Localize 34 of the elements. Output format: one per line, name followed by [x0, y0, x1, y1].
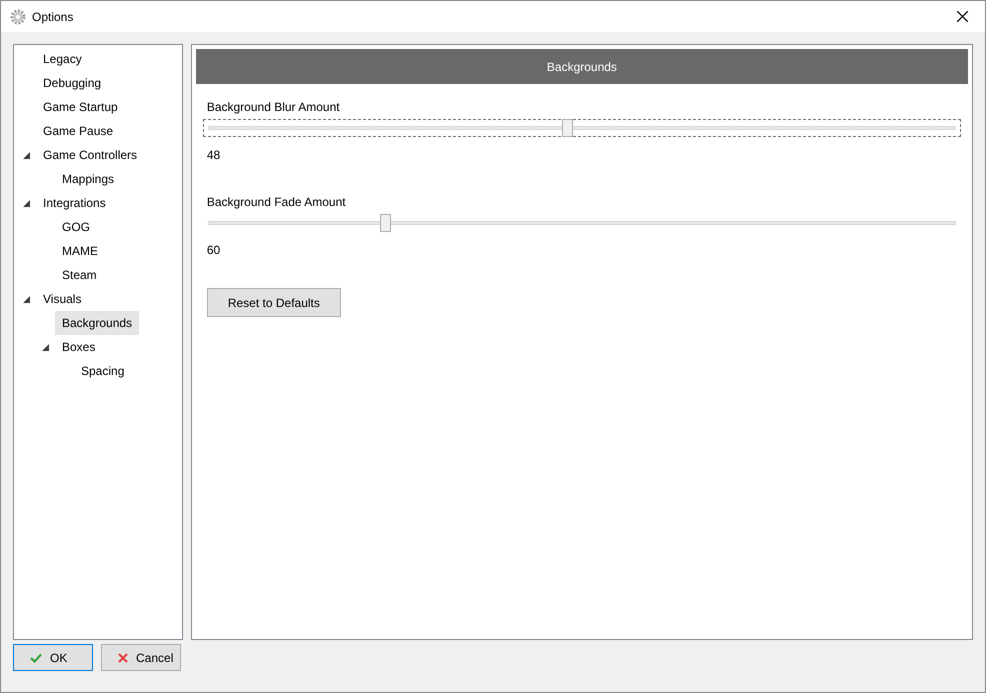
tree-item[interactable]: MAME — [55, 239, 105, 263]
tree-item[interactable]: Boxes — [55, 335, 102, 359]
window-title: Options — [32, 8, 74, 26]
tree-item[interactable]: Integrations — [36, 191, 113, 215]
slider[interactable] — [202, 119, 961, 137]
tree-item[interactable]: Visuals — [36, 287, 88, 311]
expanded-arrow-icon[interactable] — [23, 152, 30, 158]
close-icon — [956, 11, 968, 22]
tree-item[interactable]: Steam — [55, 263, 104, 287]
tree-item[interactable]: Game Controllers — [36, 143, 144, 167]
tree-item[interactable]: Backgrounds — [55, 311, 140, 335]
slider-label: Background Fade Amount — [206, 194, 347, 211]
expanded-arrow-icon[interactable] — [42, 344, 49, 350]
cross-icon — [118, 652, 128, 662]
slider-label: Background Blur Amount — [206, 99, 341, 116]
tree-item[interactable]: GOG — [55, 215, 98, 239]
check-icon — [30, 652, 42, 662]
slider-value: 48 — [206, 147, 222, 164]
reset-button[interactable]: Reset to Defaults — [206, 288, 341, 317]
expanded-arrow-icon[interactable] — [23, 296, 30, 302]
tree-item[interactable]: Game Pause — [36, 119, 120, 143]
tree-item[interactable]: Game Startup — [36, 95, 125, 119]
tree-item[interactable]: Mappings — [55, 167, 122, 191]
expanded-arrow-icon[interactable] — [23, 200, 30, 206]
gear-icon — [10, 8, 26, 24]
tree-item[interactable]: Debugging — [36, 71, 108, 95]
slider-thumb[interactable] — [380, 214, 391, 232]
tree-item[interactable]: Spacing — [74, 359, 132, 383]
tree-item[interactable]: Legacy — [36, 47, 89, 71]
panel-header: Backgrounds — [196, 49, 968, 84]
ok-button[interactable]: OK — [13, 644, 93, 671]
cancel-button[interactable]: Cancel — [101, 644, 181, 671]
slider-value: 60 — [206, 242, 222, 259]
slider-thumb[interactable] — [562, 119, 573, 137]
